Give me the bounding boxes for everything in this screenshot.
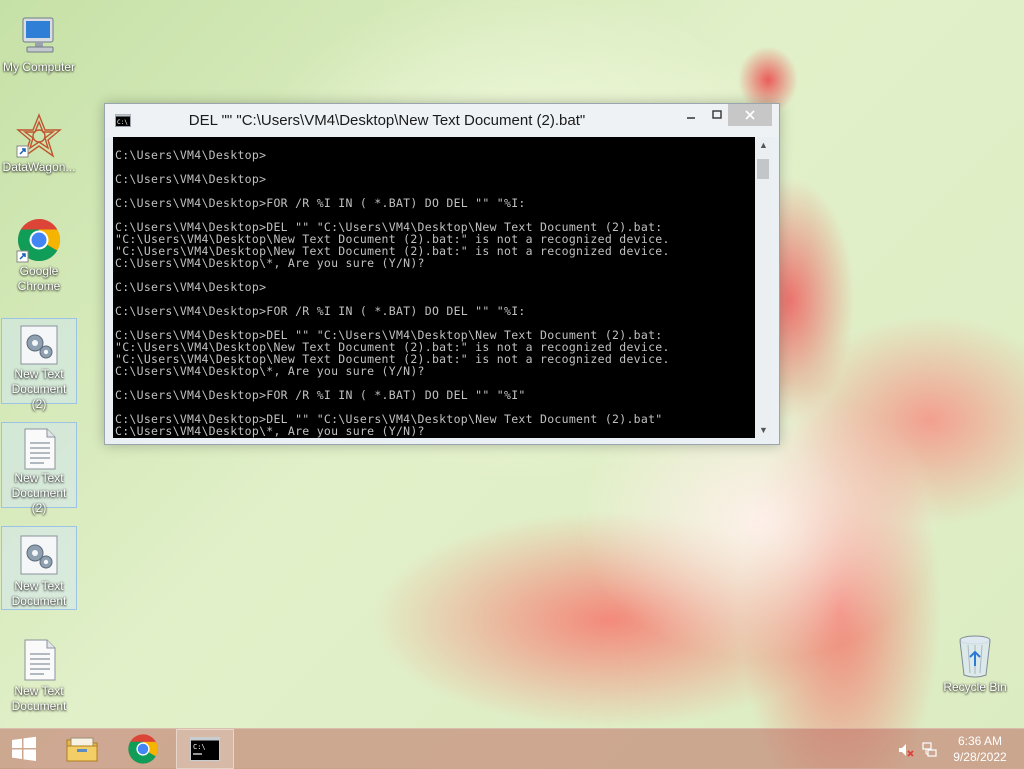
- batch-file-gear-icon: [15, 323, 63, 367]
- desktop-icon-label: My Computer: [2, 60, 76, 74]
- clock-date: 9/28/2022: [953, 750, 1007, 764]
- start-button[interactable]: [0, 729, 48, 769]
- minimize-button[interactable]: [677, 104, 705, 126]
- desktop-icon-new-text-document-2-bat[interactable]: New Text Document (2): [1, 318, 77, 411]
- desktop-icon-my-computer[interactable]: My Computer: [1, 8, 77, 76]
- batch-file-gear-icon: [15, 531, 63, 579]
- scroll-up-arrow-icon[interactable]: ▲: [755, 137, 772, 153]
- chrome-icon: [128, 734, 158, 764]
- console-line: C:\Users\VM4\Desktop\*, Are you sure (Y/…: [115, 256, 425, 270]
- scroll-down-arrow-icon[interactable]: ▼: [755, 422, 772, 438]
- svg-text:C:\: C:\: [193, 743, 206, 751]
- desktop-icon-new-text-document-2-txt[interactable]: New Text Document (2): [1, 422, 77, 515]
- desktop-icon-datawagon[interactable]: DataWagon...: [1, 108, 77, 180]
- desktop-icon-label: Google Chrome: [17, 264, 61, 293]
- maximize-button[interactable]: [703, 104, 731, 126]
- text-document-icon: [15, 636, 63, 684]
- vertical-scrollbar[interactable]: ▲ ▼: [755, 137, 772, 438]
- console-output[interactable]: C:\Users\VM4\Desktop> C:\Users\VM4\Deskto…: [113, 137, 755, 438]
- windows-logo-icon: [12, 736, 36, 761]
- console-line: C:\Users\VM4\Desktop>: [115, 280, 267, 294]
- console-line: C:\Users\VM4\Desktop>: [115, 172, 267, 186]
- minimize-icon: [687, 117, 695, 119]
- recycle-bin-icon: [951, 632, 999, 680]
- window-title: DEL "" "C:\Users\VM4\Desktop\New Text Do…: [188, 112, 586, 129]
- taskbar-command-prompt[interactable]: C:\: [176, 729, 234, 769]
- console-line: C:\Users\VM4\Desktop\*, Are you sure (Y/…: [115, 424, 425, 438]
- speaker-muted-icon[interactable]: [898, 742, 914, 758]
- command-prompt-icon: C:\: [115, 114, 131, 127]
- scrollbar-thumb[interactable]: [757, 159, 769, 179]
- console-line: C:\Users\VM4\Desktop\*, Are you sure (Y/…: [115, 364, 425, 378]
- chrome-icon: [15, 216, 63, 264]
- console-line: C:\Users\VM4\Desktop>FOR /R %I IN ( *.BA…: [115, 388, 526, 402]
- maximize-icon: [712, 110, 722, 119]
- command-prompt-icon: C:\: [190, 737, 220, 761]
- taskbar-file-explorer[interactable]: [53, 729, 111, 769]
- close-icon: [745, 110, 755, 120]
- console-line: C:\Users\VM4\Desktop>FOR /R %I IN ( *.BA…: [115, 196, 526, 210]
- window-titlebar[interactable]: C:\ DEL "" "C:\Users\VM4\Desktop\New Tex…: [105, 104, 779, 137]
- desktop-icon-google-chrome[interactable]: Google Chrome: [1, 212, 77, 298]
- system-clock[interactable]: 6:36 AM 9/28/2022: [944, 733, 1016, 765]
- console-line: C:\Users\VM4\Desktop>FOR /R %I IN ( *.BA…: [115, 304, 526, 318]
- desktop-icon-label: New Text Document: [11, 579, 67, 608]
- clock-time: 6:36 AM: [957, 734, 1003, 748]
- desktop-icon-label: New Text Document (2): [11, 367, 67, 411]
- datawagon-logo-icon: [15, 112, 63, 160]
- desktop-icon-new-text-document-bat[interactable]: New Text Document: [1, 526, 77, 610]
- desktop-icon-label: New Text Document: [11, 684, 67, 713]
- taskbar-google-chrome[interactable]: [114, 729, 172, 769]
- desktop-icon-label: DataWagon...: [2, 160, 76, 174]
- text-document-icon: [15, 427, 63, 471]
- console-line: C:\Users\VM4\Desktop>: [115, 148, 267, 162]
- computer-icon: [15, 12, 63, 60]
- folder-icon: [66, 737, 98, 762]
- desktop-icon-new-text-document-txt[interactable]: New Text Document: [1, 632, 77, 714]
- desktop-icon-label: New Text Document (2): [11, 471, 67, 515]
- close-button[interactable]: [728, 104, 772, 126]
- taskbar: C:\ 6:36 AM 9/28/2022: [0, 728, 1024, 769]
- command-prompt-window[interactable]: C:\ DEL "" "C:\Users\VM4\Desktop\New Tex…: [104, 103, 780, 445]
- network-icon[interactable]: [922, 742, 938, 758]
- svg-text:C:\: C:\: [117, 119, 128, 126]
- desktop-icon-recycle-bin[interactable]: Recycle Bin: [937, 628, 1013, 700]
- desktop-icon-label: Recycle Bin: [943, 680, 1007, 694]
